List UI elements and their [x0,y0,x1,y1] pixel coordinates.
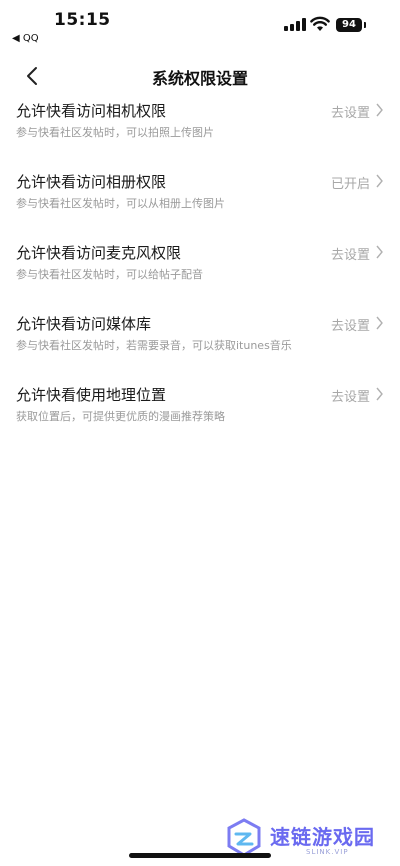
navigation-bar: 系统权限设置 [0,58,400,94]
permission-row-media-library[interactable]: 允许快看访问媒体库 参与快看社区发帖时，若需要录音，可以获取itunes音乐 去… [0,313,400,373]
permission-description: 参与快看社区发帖时，可以给帖子配音 [16,268,203,281]
permission-description: 获取位置后，可提供更优质的漫画推荐策略 [16,410,225,423]
permission-title: 允许快看访问相机权限 [16,102,167,120]
permission-title: 允许快看使用地理位置 [16,386,167,404]
status-time: 15:15 [54,10,111,30]
chevron-right-icon [376,174,383,188]
chevron-right-icon [376,245,383,259]
permission-row-location[interactable]: 允许快看使用地理位置 获取位置后，可提供更优质的漫画推荐策略 去设置 [0,384,400,444]
permission-status[interactable]: 去设置 [331,315,370,334]
battery-icon: 94 [336,18,362,32]
battery-cap [364,22,366,28]
watermark-url: SLINK.VIP [306,848,349,856]
permission-title: 允许快看访问媒体库 [16,315,152,333]
page-title: 系统权限设置 [151,69,248,88]
back-to-app-link[interactable]: ◀ QQ [12,33,39,44]
watermark-cube-icon [227,818,261,857]
wifi-icon [310,16,330,31]
permission-description: 参与快看社区发帖时，可以拍照上传图片 [16,126,214,139]
permission-description: 参与快看社区发帖时，若需要录音，可以获取itunes音乐 [16,339,292,352]
cellular-signal-icon [284,18,306,31]
permission-row-camera[interactable]: 允许快看访问相机权限 参与快看社区发帖时，可以拍照上传图片 去设置 [0,100,400,160]
home-indicator [129,853,271,858]
permission-status[interactable]: 去设置 [331,244,370,263]
permission-row-album[interactable]: 允许快看访问相册权限 参与快看社区发帖时，可以从相册上传图片 已开启 [0,171,400,231]
chevron-right-icon [376,316,383,330]
permission-row-microphone[interactable]: 允许快看访问麦克风权限 参与快看社区发帖时，可以给帖子配音 去设置 [0,242,400,302]
chevron-right-icon [376,387,383,401]
permission-description: 参与快看社区发帖时，可以从相册上传图片 [16,197,225,210]
permission-status[interactable]: 已开启 [331,173,370,192]
permission-title: 允许快看访问麦克风权限 [16,244,182,262]
chevron-right-icon [376,103,383,117]
status-bar: 15:15 ◀ QQ 94 [0,0,400,50]
watermark-name: 速链游戏园 [270,825,375,849]
permission-title: 允许快看访问相册权限 [16,173,167,191]
permission-status[interactable]: 去设置 [331,386,370,405]
permission-status[interactable]: 去设置 [331,102,370,121]
